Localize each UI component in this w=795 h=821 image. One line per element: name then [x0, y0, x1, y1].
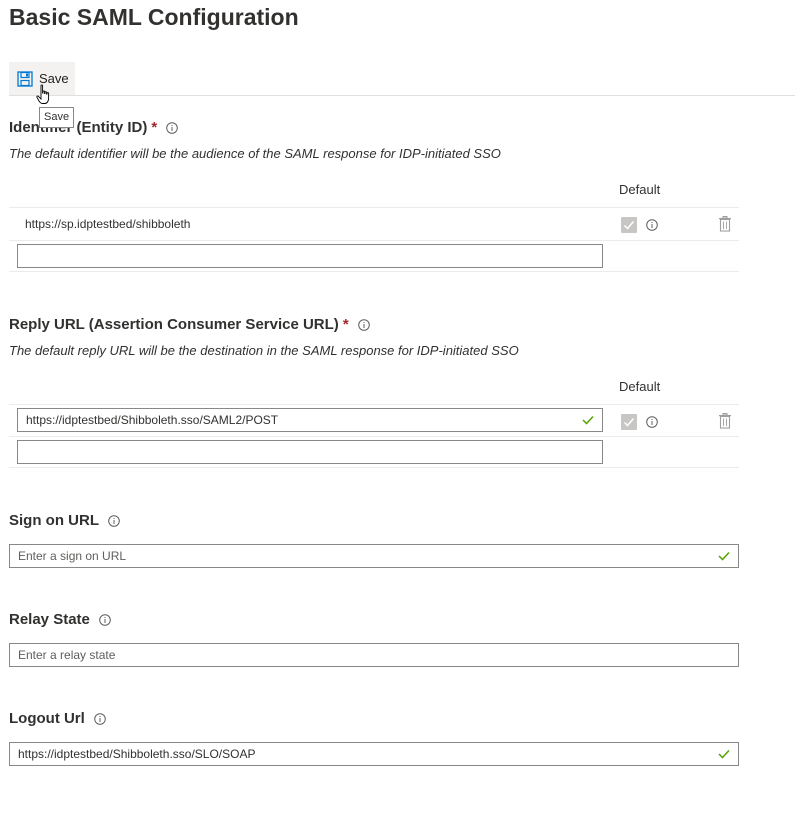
checkmark-icon	[623, 418, 635, 427]
save-tooltip: Save	[39, 107, 75, 128]
info-icon[interactable]	[646, 219, 658, 231]
logout-url-label: Logout Url	[9, 710, 85, 727]
relay-state-input[interactable]: Enter a relay state	[9, 643, 739, 667]
identifier-description: The default identifier will be the audie…	[9, 146, 501, 161]
info-icon[interactable]	[94, 712, 106, 725]
page-title: Basic SAML Configuration	[9, 4, 299, 30]
sign-on-url-label-row: Sign on URL	[9, 512, 120, 529]
reply-url-new-input[interactable]	[17, 440, 603, 464]
table-divider	[9, 240, 739, 241]
identifier-default-header: Default	[619, 182, 661, 197]
relay-state-label-row: Relay State	[9, 611, 111, 628]
sign-on-url-input[interactable]: Enter a sign on URL	[9, 544, 739, 568]
info-icon[interactable]	[99, 613, 111, 626]
info-icon[interactable]	[166, 121, 178, 134]
info-icon[interactable]	[646, 416, 658, 428]
relay-state-label: Relay State	[9, 611, 90, 628]
reply-url-default-checkbox[interactable]	[621, 414, 637, 430]
delete-icon[interactable]	[718, 216, 732, 232]
sign-on-url-label: Sign on URL	[9, 512, 99, 529]
logout-url-label-row: Logout Url	[9, 710, 106, 727]
delete-icon[interactable]	[718, 413, 732, 429]
table-divider	[9, 207, 739, 208]
required-mark: *	[151, 119, 158, 136]
table-divider	[9, 467, 739, 468]
required-mark: *	[342, 316, 349, 333]
table-divider	[9, 271, 739, 272]
reply-url-label-row: Reply URL (Assertion Consumer Service UR…	[9, 316, 370, 333]
info-icon[interactable]	[108, 514, 120, 527]
checkmark-icon	[623, 221, 635, 230]
identifier-default-checkbox[interactable]	[621, 217, 637, 233]
identifier-value[interactable]: https://sp.idptestbed/shibboleth	[25, 217, 190, 231]
toolbar-divider	[9, 95, 795, 96]
sign-on-url-placeholder: Enter a sign on URL	[18, 549, 127, 563]
table-divider	[9, 436, 739, 437]
reply-url-label: Reply URL (Assertion Consumer Service UR…	[9, 316, 339, 333]
info-icon[interactable]	[357, 318, 370, 331]
reply-url-description: The default reply URL will be the destin…	[9, 343, 519, 358]
valid-check-icon	[718, 551, 730, 561]
save-icon	[17, 70, 33, 87]
identifier-label-row: Identifier (Entity ID) *	[9, 119, 178, 136]
reply-url-default-header: Default	[619, 379, 661, 394]
relay-state-placeholder: Enter a relay state	[18, 648, 116, 662]
valid-check-icon	[582, 415, 594, 425]
identifier-new-input[interactable]	[17, 244, 603, 268]
logout-url-input[interactable]: https://idptestbed/Shibboleth.sso/SLO/SO…	[9, 742, 739, 766]
hand-cursor-icon	[36, 84, 50, 104]
table-divider	[9, 404, 739, 405]
reply-url-input[interactable]: https://idptestbed/Shibboleth.sso/SAML2/…	[17, 408, 603, 432]
valid-check-icon	[718, 749, 730, 759]
reply-url-value: https://idptestbed/Shibboleth.sso/SAML2/…	[26, 413, 279, 427]
identifier-label: Identifier (Entity ID)	[9, 119, 148, 136]
logout-url-value: https://idptestbed/Shibboleth.sso/SLO/SO…	[18, 747, 256, 761]
